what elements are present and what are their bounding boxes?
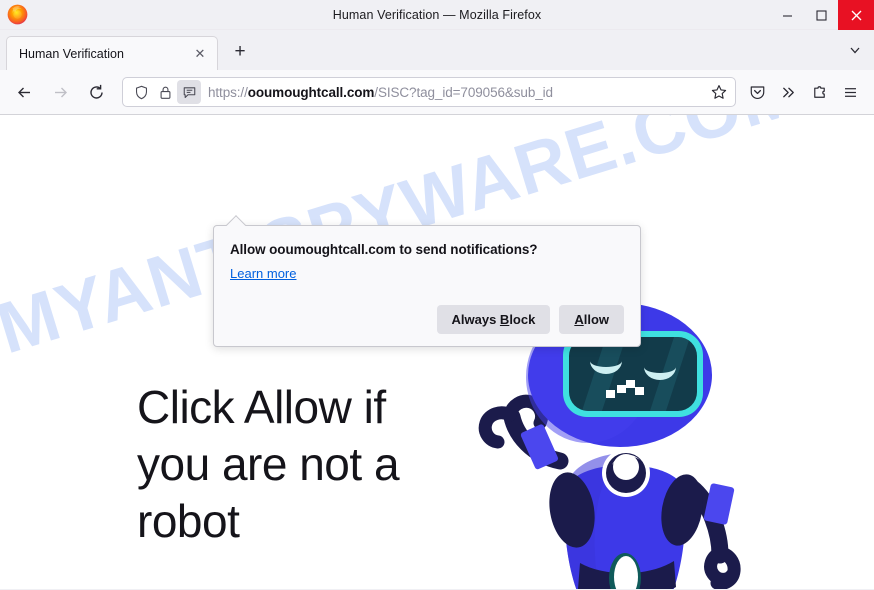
url-bar[interactable]: https://ooumoughtcall.com/SISC?tag_id=70… [122, 77, 736, 107]
tab-strip: Human Verification ✕ + [0, 30, 874, 70]
close-tab-icon[interactable]: ✕ [191, 45, 209, 63]
back-button[interactable] [8, 76, 40, 108]
window-title: Human Verification — Mozilla Firefox [332, 7, 542, 22]
minimize-button[interactable] [770, 0, 804, 30]
always-block-button[interactable]: Always Block [436, 305, 551, 334]
pocket-icon[interactable] [742, 77, 773, 107]
notification-bubble-icon[interactable] [177, 80, 201, 104]
close-window-button[interactable] [838, 0, 874, 30]
chevron-down-icon[interactable] [848, 43, 862, 62]
popup-title: Allow ooumoughtcall.com to send notifica… [230, 242, 538, 257]
url-host: ooumoughtcall.com [247, 84, 375, 100]
forward-button[interactable] [44, 76, 76, 108]
shield-icon[interactable] [129, 80, 153, 104]
notification-permission-popup: Allow ooumoughtcall.com to send notifica… [213, 215, 641, 347]
learn-more-link[interactable]: Learn more [230, 266, 296, 281]
reload-button[interactable] [80, 76, 112, 108]
toolbar-icons [742, 77, 866, 107]
star-icon[interactable] [707, 80, 731, 104]
page-headline: Click Allow if you are not a robot [137, 381, 400, 547]
firefox-window: Human Verification — Mozilla Firefox Hum… [0, 0, 874, 590]
url-scheme: https:// [208, 84, 248, 100]
tab-title: Human Verification [19, 46, 124, 61]
window-controls [770, 0, 874, 30]
allow-button[interactable]: Allow [559, 305, 624, 334]
robot-illustration [420, 303, 770, 589]
padlock-icon[interactable] [153, 80, 177, 104]
tab-human-verification[interactable]: Human Verification ✕ [6, 36, 218, 70]
title-bar: Human Verification — Mozilla Firefox [0, 0, 874, 30]
navigation-toolbar: https://ooumoughtcall.com/SISC?tag_id=70… [0, 70, 874, 115]
firefox-logo-icon [6, 3, 29, 26]
identity-box[interactable] [129, 80, 201, 104]
page-content: MYANTISPYWARE.COM Click Allow if you are… [0, 115, 874, 589]
new-tab-button[interactable]: + [225, 37, 255, 67]
popup-actions: Always Block Allow [230, 305, 624, 334]
hamburger-menu-icon[interactable] [835, 77, 866, 107]
url-path: /SISC?tag_id=709056&sub_id [374, 84, 553, 100]
overflow-menu-icon[interactable] [773, 77, 804, 107]
maximize-button[interactable] [804, 0, 838, 30]
extensions-puzzle-icon[interactable] [804, 77, 835, 107]
url-text[interactable]: https://ooumoughtcall.com/SISC?tag_id=70… [208, 85, 707, 100]
